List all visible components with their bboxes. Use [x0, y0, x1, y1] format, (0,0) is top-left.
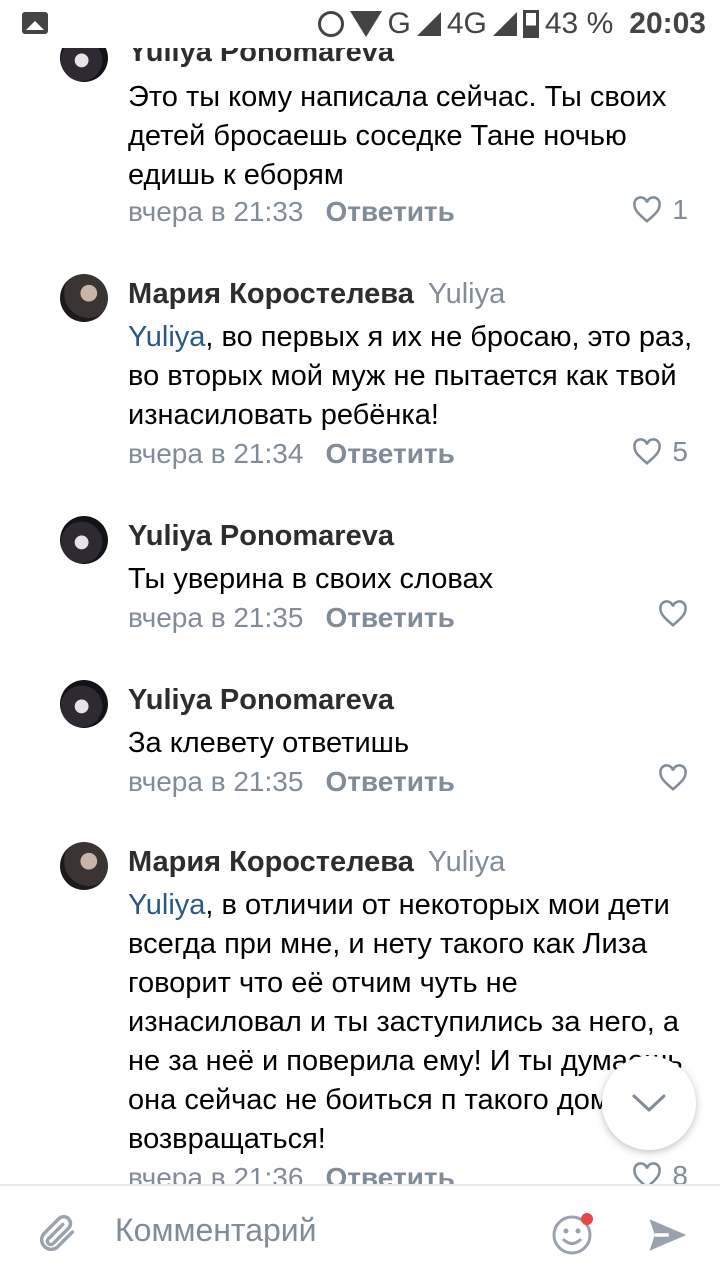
comment-time: вчера в 21:33 [128, 196, 304, 227]
comment-time: вчера в 21:34 [128, 438, 304, 469]
like-count: 5 [672, 436, 688, 467]
comment-composer: Комментарий [0, 1184, 720, 1282]
heart-icon [659, 600, 687, 627]
heart-icon [633, 196, 662, 223]
comment-meta: вчера в 21:33 Ответить [128, 196, 455, 228]
network-g-label: G [387, 7, 411, 40]
comment-author[interactable]: Yuliya Ponomareva [128, 48, 394, 69]
comment-author[interactable]: Мария Коростелева Yuliya [128, 278, 505, 311]
like-button[interactable]: 1 [632, 194, 688, 226]
comment-text: Yuliya, во первых я их не бросаю, это ра… [128, 321, 693, 431]
like-button[interactable] [658, 764, 688, 792]
signal-icon-2 [492, 12, 517, 36]
comments-feed[interactable]: Yuliya Ponomareva Это ты кому написала с… [0, 48, 720, 1184]
battery-icon [522, 10, 539, 38]
signal-icon [416, 12, 441, 36]
comment-text: Это ты кому написала сейчас. Ты своих де… [128, 81, 667, 191]
battery-percent: 43 % [544, 7, 614, 40]
send-icon[interactable] [646, 1214, 688, 1256]
reply-button[interactable]: Ответить [325, 766, 454, 797]
like-button[interactable] [658, 600, 688, 628]
comment-author[interactable]: Yuliya Ponomareva [128, 520, 394, 553]
status-icons: G 4G 43 % 20:03 [317, 4, 706, 44]
like-count: 8 [672, 1160, 688, 1184]
comment-author[interactable]: Yuliya Ponomareva [128, 684, 394, 717]
like-count: 1 [672, 194, 688, 225]
comment-input[interactable]: Комментарий [115, 1212, 317, 1249]
reply-to-name[interactable]: Yuliya [428, 846, 505, 878]
comment-time: вчера в 21:35 [128, 766, 304, 797]
status-bar: G 4G 43 % 20:03 [0, 0, 720, 48]
comment-meta: вчера в 21:34 Ответить [128, 438, 455, 470]
avatar[interactable] [60, 516, 108, 564]
comment-meta: вчера в 21:36 Ответить [128, 1162, 455, 1184]
alarm-icon [317, 11, 344, 37]
mention-link[interactable]: Yuliya [128, 321, 205, 353]
scroll-down-button[interactable] [602, 1056, 696, 1150]
like-button[interactable]: 5 [632, 436, 688, 468]
heart-icon [633, 1162, 662, 1184]
comment-meta: вчера в 21:35 Ответить [128, 766, 455, 798]
clock: 20:03 [629, 7, 706, 40]
avatar[interactable] [60, 274, 108, 322]
avatar[interactable] [60, 842, 108, 890]
comment-author[interactable]: Мария Коростелева Yuliya [128, 846, 505, 879]
reply-to-name[interactable]: Yuliya [428, 278, 505, 310]
comment-time: вчера в 21:36 [128, 1162, 304, 1184]
heart-icon [633, 438, 662, 465]
reply-button[interactable]: Ответить [325, 602, 454, 633]
comment-text: Ты уверина в своих словах [128, 563, 494, 595]
reply-button[interactable]: Ответить [325, 1162, 454, 1184]
comment-meta: вчера в 21:35 Ответить [128, 602, 455, 634]
reply-button[interactable]: Ответить [325, 438, 454, 469]
comment-time: вчера в 21:35 [128, 602, 304, 633]
image-notification-icon [22, 12, 48, 34]
avatar[interactable] [60, 680, 108, 728]
network-4g-label: 4G [446, 7, 487, 40]
comment-text: За клевету ответишь [128, 727, 410, 759]
paperclip-icon[interactable] [34, 1210, 80, 1258]
emoji-icon[interactable] [548, 1210, 596, 1258]
heart-icon [659, 764, 687, 791]
reply-button[interactable]: Ответить [325, 196, 454, 227]
mention-link[interactable]: Yuliya [128, 889, 205, 921]
like-button[interactable]: 8 [632, 1160, 688, 1184]
wifi-icon [349, 11, 382, 37]
avatar[interactable] [60, 48, 108, 82]
chevron-down-icon [632, 1094, 666, 1112]
